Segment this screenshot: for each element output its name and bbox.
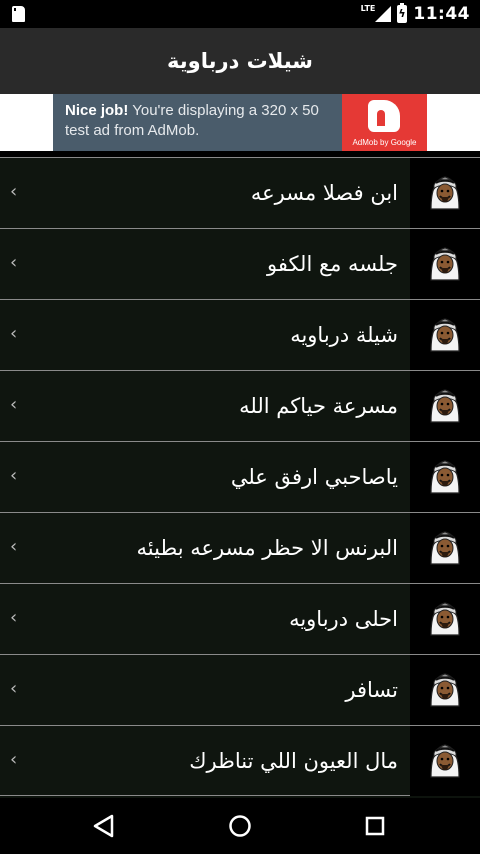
arab-man-avatar-icon [425,313,465,357]
chevron-left-icon: ‹ [10,678,18,699]
navigation-bar [0,798,480,854]
list-item[interactable]: مسرعة حياكم الله ‹ [0,370,480,441]
list-item-label: مال العيون اللي تناظرك [189,749,398,773]
avatar-cell [410,655,480,725]
arab-man-avatar-icon [425,455,465,499]
list-item[interactable]: ياصاحبي ارفق علي ‹ [0,441,480,512]
ad-banner[interactable]: Nice job! You're displaying a 320 x 50 t… [0,94,480,151]
song-list[interactable]: ابن فصلا مسرعه ‹ جلسه مع الكفو ‹ شيلة در… [0,157,480,799]
chevron-left-icon: ‹ [10,465,18,486]
arab-man-avatar-icon [425,242,465,286]
arab-man-avatar-icon [425,739,465,783]
arab-man-avatar-icon [425,384,465,428]
list-item-label: ابن فصلا مسرعه [250,181,398,205]
avatar-cell [410,371,480,441]
list-item[interactable]: مال العيون اللي تناظرك ‹ [0,725,480,796]
arab-man-avatar-icon [425,597,465,641]
avatar-cell [410,442,480,512]
list-item[interactable]: ابن فصلا مسرعه ‹ [0,157,480,228]
status-bar: LTE ϟ 11:44 [0,0,480,28]
back-icon[interactable] [88,810,120,842]
arab-man-avatar-icon [425,668,465,712]
network-type: LTE [360,3,376,13]
status-indicators: LTE ϟ 11:44 [361,0,470,28]
battery-charging-icon: ϟ [397,3,408,23]
admob-caption: AdMob by Google [352,138,417,147]
chevron-left-icon: ‹ [10,607,18,628]
avatar-cell [410,229,480,299]
arab-man-avatar-icon [425,171,465,215]
list-item[interactable]: تسافر ‹ [0,654,480,725]
list-item-label: ياصاحبي ارفق علي [230,465,398,489]
chevron-left-icon: ‹ [10,323,18,344]
chevron-left-icon: ‹ [10,181,18,202]
sd-card-icon [12,6,27,22]
chevron-left-icon: ‹ [10,536,18,557]
avatar-cell [410,584,480,654]
ad-content[interactable]: Nice job! You're displaying a 320 x 50 t… [53,94,427,151]
app-title: شيلات درباوية [167,49,313,73]
chevron-left-icon: ‹ [10,749,18,770]
home-icon[interactable] [224,810,256,842]
signal-icon [375,6,392,22]
list-item-label: شيلة درباويه [290,323,398,347]
chevron-left-icon: ‹ [10,252,18,273]
app-bar: شيلات درباوية [0,28,480,94]
list-item-label: جلسه مع الكفو [266,252,398,276]
chevron-left-icon: ‹ [10,394,18,415]
list-item-label: مسرعة حياكم الله [239,394,398,418]
ad-headline: Nice job! [65,102,129,119]
clock: 11:44 [413,4,470,24]
list-item[interactable]: احلى درباويه ‹ [0,583,480,654]
avatar-cell [410,158,480,228]
avatar-cell [410,726,480,796]
arab-man-avatar-icon [425,526,465,570]
list-item[interactable]: البرنس الا حظر مسرعه بطيئه ‹ [0,512,480,583]
list-item[interactable]: جلسه مع الكفو ‹ [0,228,480,299]
recents-icon[interactable] [359,810,391,842]
admob-icon [368,100,400,132]
admob-logo: AdMob by Google [342,94,427,151]
list-item-label: تسافر [345,678,398,702]
list-item[interactable]: شيلة درباويه ‹ [0,299,480,370]
ad-text: Nice job! You're displaying a 320 x 50 t… [65,101,345,141]
avatar-cell [410,513,480,583]
list-item-label: البرنس الا حظر مسرعه بطيئه [136,536,398,560]
avatar-cell [410,300,480,370]
list-item-label: احلى درباويه [289,607,398,631]
